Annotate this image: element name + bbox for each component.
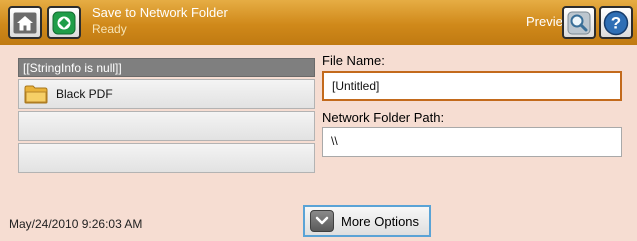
folder-icon [24,84,50,104]
start-icon [52,11,76,34]
list-item-empty[interactable] [18,111,315,141]
home-button[interactable] [8,6,42,39]
list-item-label: Black PDF [56,87,113,101]
help-button[interactable]: ? [599,6,633,39]
preview-button[interactable] [562,6,596,39]
main-panel: [[StringInfo is null]] Black PDF File Na… [0,45,637,200]
start-button[interactable] [47,6,81,39]
list-item-empty[interactable] [18,143,315,173]
file-name-label: File Name: [322,53,385,68]
status-text: Ready [92,22,127,36]
folder-list: [[StringInfo is null]] Black PDF [18,58,315,178]
title-bar: Save to Network Folder Ready Preview ? [0,0,637,45]
list-header: [[StringInfo is null]] [18,58,315,77]
magnifier-icon [567,11,591,34]
more-options-label: More Options [341,213,420,229]
help-icon: ? [603,10,629,35]
more-options-button[interactable]: More Options [303,205,431,237]
folder-path-label: Network Folder Path: [322,110,445,125]
list-item-black-pdf[interactable]: Black PDF [18,79,315,109]
chevron-down-icon [310,210,334,232]
svg-text:?: ? [611,13,621,32]
screen-title: Save to Network Folder [92,5,228,20]
date-time: May/24/2010 9:26:03 AM [9,217,143,231]
file-name-field[interactable]: [Untitled] [322,71,622,101]
folder-path-field[interactable]: \\ [322,127,622,157]
home-icon [13,12,37,33]
status-bar: May/24/2010 9:26:03 AM More Options [0,200,637,241]
